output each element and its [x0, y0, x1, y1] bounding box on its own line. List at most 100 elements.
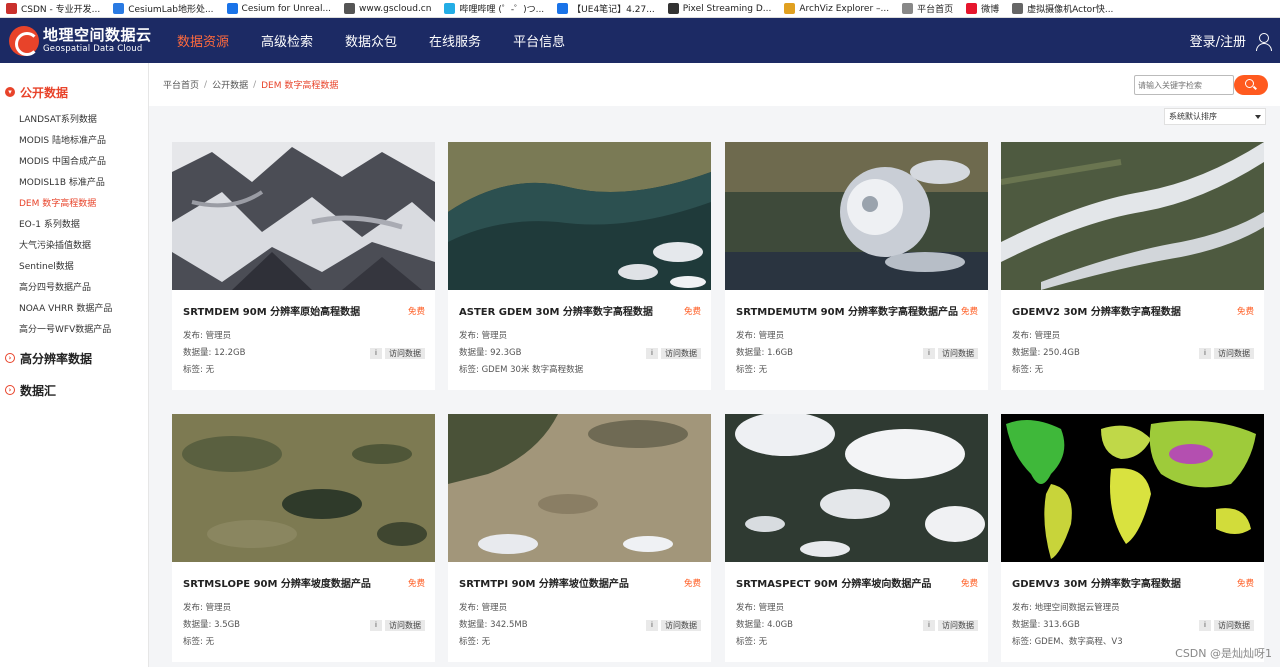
sidebar-item-air-pollution[interactable]: 大气污染插值数据 — [19, 236, 148, 257]
dataset-thumbnail[interactable] — [725, 414, 988, 562]
search-button[interactable] — [1234, 75, 1268, 95]
info-icon[interactable]: i — [923, 348, 935, 359]
content-area: 平台首页 / 公开数据 / DEM 数字高程数据 系统默认排序 — [149, 63, 1280, 667]
bookmark-item[interactable]: CSDN - 专业开发... — [0, 0, 107, 17]
publisher-value: 管理员 — [481, 603, 508, 613]
visit-data-button[interactable]: 访问数据 — [938, 348, 978, 359]
site-logo[interactable]: 地理空间数据云 Geospatial Data Cloud — [9, 25, 175, 56]
sidebar-item-sentinel[interactable]: Sentinel数据 — [19, 257, 148, 278]
nav-crowdsourcing[interactable]: 数据众包 — [345, 31, 397, 50]
nav-online-services[interactable]: 在线服务 — [429, 31, 481, 50]
info-icon[interactable]: i — [646, 620, 658, 631]
dataset-thumbnail[interactable] — [1001, 142, 1264, 290]
sidebar-item-gf4[interactable]: 高分四号数据产品 — [19, 278, 148, 299]
size-value: 3.5GB — [214, 620, 241, 630]
dataset-title[interactable]: SRTMTPI 90M 分辨率坡位数据产品 — [459, 575, 629, 590]
breadcrumb-home[interactable]: 平台首页 — [163, 78, 199, 91]
visit-data-button[interactable]: 访问数据 — [938, 620, 978, 631]
bookmark-item[interactable]: 哔哩哔哩 (゜-゜)つ... — [438, 0, 551, 17]
dataset-title[interactable]: SRTMDEM 90M 分辨率原始高程数据 — [183, 303, 360, 318]
visit-data-button[interactable]: 访问数据 — [385, 348, 425, 359]
bookmark-item[interactable]: 虚拟摄像机Actor快... — [1006, 0, 1120, 17]
breadcrumb-public-data[interactable]: 公开数据 — [212, 78, 248, 91]
sort-selected: 系统默认排序 — [1169, 112, 1217, 121]
sidebar-item-gf1-wfv[interactable]: 高分一号WFV数据产品 — [19, 320, 148, 341]
category-high-resolution[interactable]: › 高分辨率数据 — [0, 349, 148, 367]
bookmark-favicon-icon — [226, 3, 238, 14]
dataset-card[interactable]: SRTMDEMUTM 90M 分辨率数字高程数据产品 免费 发布: 管理员 数据… — [725, 142, 988, 390]
dataset-card[interactable]: GDEMV3 30M 分辨率数字高程数据 免费 发布: 地理空间数据云管理员 数… — [1001, 414, 1264, 662]
dataset-thumbnail[interactable] — [448, 414, 711, 562]
bookmark-favicon-icon — [6, 3, 17, 14]
dataset-title[interactable]: SRTMDEMUTM 90M 分辨率数字高程数据产品 — [736, 303, 958, 318]
sidebar-item-eo1[interactable]: EO-1 系列数据 — [19, 215, 148, 236]
info-icon[interactable]: i — [370, 620, 382, 631]
bookmark-label: 虚拟摄像机Actor快... — [1027, 5, 1114, 15]
dataset-card[interactable]: SRTMDEM 90M 分辨率原始高程数据 免费 发布: 管理员 数据量: 12… — [172, 142, 435, 390]
category-public-data[interactable]: ▾ 公开数据 — [0, 83, 148, 101]
dataset-card[interactable]: SRTMTPI 90M 分辨率坡位数据产品 免费 发布: 管理员 数据量: 34… — [448, 414, 711, 662]
sidebar-item-modis-land[interactable]: MODIS 陆地标准产品 — [19, 131, 148, 152]
publisher-label: 发布: — [459, 331, 479, 341]
bookmark-item[interactable]: 【UE4笔记】4.27... — [551, 0, 662, 17]
info-icon[interactable]: i — [1199, 620, 1211, 631]
dataset-title[interactable]: GDEMV2 30M 分辨率数字高程数据 — [1012, 303, 1181, 318]
publisher-value: 管理员 — [1034, 331, 1061, 341]
size-label: 数据量: — [459, 620, 488, 630]
visit-data-button[interactable]: 访问数据 — [661, 620, 701, 631]
dataset-card[interactable]: GDEMV2 30M 分辨率数字高程数据 免费 发布: 管理员 数据量: 250… — [1001, 142, 1264, 390]
bookmark-label: CesiumLab地形处... — [128, 5, 214, 15]
tags-label: 标签: — [183, 365, 203, 375]
sidebar-item-dem[interactable]: DEM 数字高程数据 — [19, 194, 148, 215]
bookmark-item[interactable]: 微博 — [960, 0, 1006, 17]
sidebar-item-landsat[interactable]: LANDSAT系列数据 — [19, 110, 148, 131]
dataset-thumbnail[interactable] — [172, 414, 435, 562]
bookmark-item[interactable]: ArchViz Explorer –... — [778, 0, 896, 17]
bookmark-item[interactable]: Pixel Streaming D... — [662, 0, 779, 17]
info-icon[interactable]: i — [1199, 348, 1211, 359]
nav-data-resources[interactable]: 数据资源 — [177, 31, 229, 50]
login-register-link[interactable]: 登录/注册 — [1190, 31, 1246, 50]
dataset-card[interactable]: ASTER GDEM 30M 分辨率数字高程数据 免费 发布: 管理员 数据量:… — [448, 142, 711, 390]
search-input[interactable] — [1134, 75, 1234, 95]
dataset-thumbnail[interactable] — [725, 142, 988, 290]
sidebar-item-noaa[interactable]: NOAA VHRR 数据产品 — [19, 299, 148, 320]
info-icon[interactable]: i — [646, 348, 658, 359]
visit-data-button[interactable]: 访问数据 — [385, 620, 425, 631]
nav-platform-info[interactable]: 平台信息 — [513, 31, 565, 50]
sort-select[interactable]: 系统默认排序 — [1164, 108, 1266, 125]
user-icon[interactable] — [1254, 32, 1272, 51]
bookmark-label: www.gscloud.cn — [359, 3, 432, 14]
visit-data-button[interactable]: 访问数据 — [1214, 620, 1254, 631]
category-data-hub[interactable]: › 数据汇 — [0, 381, 148, 399]
bookmark-item[interactable]: www.gscloud.cn — [338, 0, 438, 17]
watermark: CSDN @是灿灿呀1 — [1175, 647, 1272, 660]
dataset-thumbnail[interactable] — [1001, 414, 1264, 562]
dataset-thumbnail[interactable] — [448, 142, 711, 290]
free-badge: 免费 — [960, 306, 978, 317]
visit-data-button[interactable]: 访问数据 — [661, 348, 701, 359]
size-value: 342.5MB — [490, 620, 528, 630]
info-icon[interactable]: i — [923, 620, 935, 631]
info-icon[interactable]: i — [370, 348, 382, 359]
dataset-card[interactable]: SRTMSLOPE 90M 分辨率坡度数据产品 免费 发布: 管理员 数据量: … — [172, 414, 435, 662]
nav-advanced-search[interactable]: 高级检索 — [261, 31, 313, 50]
dataset-title[interactable]: GDEMV3 30M 分辨率数字高程数据 — [1012, 575, 1181, 590]
bookmark-item[interactable]: Cesium for Unreal... — [221, 0, 339, 17]
free-badge: 免费 — [1236, 578, 1254, 589]
sidebar-item-modis-china[interactable]: MODIS 中国合成产品 — [19, 152, 148, 173]
bookmark-favicon-icon — [784, 3, 796, 14]
bookmark-item[interactable]: 平台首页 — [896, 0, 960, 17]
tags-value: 无 — [758, 637, 768, 647]
dataset-card[interactable]: SRTMASPECT 90M 分辨率坡向数据产品 免费 发布: 管理员 数据量:… — [725, 414, 988, 662]
dataset-title[interactable]: ASTER GDEM 30M 分辨率数字高程数据 — [459, 303, 653, 318]
chevron-down-icon: ▾ — [5, 87, 15, 97]
tags-value: GDEM、数字高程、V3 — [1034, 637, 1123, 647]
dataset-thumbnail[interactable] — [172, 142, 435, 290]
sidebar-item-modisl1b[interactable]: MODISL1B 标准产品 — [19, 173, 148, 194]
dataset-title[interactable]: SRTMSLOPE 90M 分辨率坡度数据产品 — [183, 575, 371, 590]
bookmark-item[interactable]: CesiumLab地形处... — [107, 0, 220, 17]
publisher-label: 发布: — [183, 331, 203, 341]
visit-data-button[interactable]: 访问数据 — [1214, 348, 1254, 359]
dataset-title[interactable]: SRTMASPECT 90M 分辨率坡向数据产品 — [736, 575, 931, 590]
